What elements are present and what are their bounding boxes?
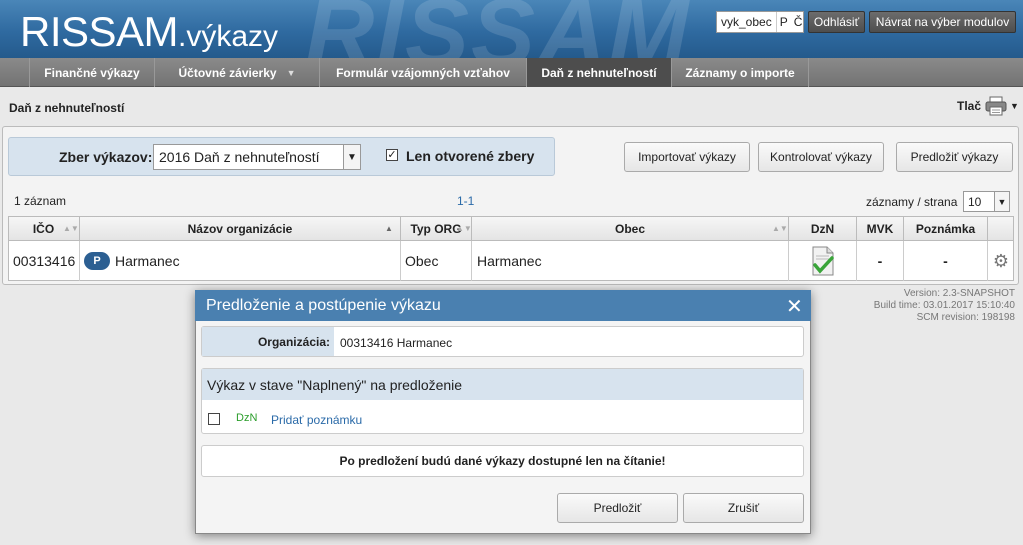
org-name: Harmanec	[115, 253, 180, 269]
scm-revision-line: SCM revision: 198198	[916, 312, 1015, 323]
column-mvk: MVK	[857, 216, 904, 241]
zber-selected-value: 2016 Daň z nehnuteľností	[159, 149, 320, 165]
per-page-value: 10	[968, 194, 982, 209]
back-to-modules-button[interactable]: Návrat na výber modulov	[869, 11, 1016, 33]
document-checked-icon[interactable]	[811, 246, 835, 276]
gear-icon[interactable]: ⚙	[993, 251, 1009, 272]
lang-c-button[interactable]: Č	[791, 15, 806, 29]
dropdown-caret-icon: ▼	[286, 67, 296, 78]
column-obec[interactable]: Obec	[472, 216, 789, 241]
build-time-line: Build time: 03.01.2017 15:10:40	[873, 300, 1015, 311]
submit-reports-button[interactable]: Predložiť výkazy	[896, 142, 1013, 172]
report-code: DzN	[236, 412, 258, 424]
tab-uctovne-zavierky[interactable]: Účtovné závierky ▼	[155, 58, 320, 87]
user-box: vyk_obec P Č	[716, 11, 804, 33]
printer-icon	[985, 96, 1007, 116]
main-nav: Finančné výkazy Účtovné závierky ▼ Formul…	[0, 58, 1023, 87]
report-checkbox[interactable]	[208, 413, 220, 425]
column-dzn: DzN	[789, 216, 857, 241]
app-logo: RISSAM.výkazy	[20, 8, 278, 56]
nav-spacer	[0, 58, 30, 87]
logo-sub: .výkazy	[178, 20, 279, 53]
chevron-down-icon: ▼	[1010, 101, 1019, 111]
cell-actions: ⚙	[988, 241, 1014, 281]
cell-dzn	[789, 241, 857, 281]
zber-select[interactable]: 2016 Daň z nehnuteľností ▼	[153, 144, 361, 170]
cell-obec: Harmanec	[472, 241, 789, 281]
check-icon: ✓	[387, 149, 397, 161]
only-open-checkbox[interactable]: ✓	[386, 149, 398, 161]
version-info: Version: 2.3-SNAPSHOT Build time: 03.01.…	[830, 288, 1015, 324]
close-icon[interactable]: ✕	[786, 294, 803, 319]
only-open-label: Len otvorené zbery	[406, 148, 535, 164]
sort-asc-icon[interactable]: ▲	[385, 224, 393, 233]
version-line: Version: 2.3-SNAPSHOT	[903, 288, 1015, 299]
status-badge: P	[84, 252, 110, 270]
cell-mvk: -	[857, 241, 904, 281]
tab-label: Formulár vzájomných vzťahov	[336, 65, 510, 80]
add-note-link[interactable]: Pridať poznámku	[271, 413, 362, 427]
per-page-label: záznamy / strana	[866, 195, 958, 209]
logout-button[interactable]: Odhlásiť	[808, 11, 865, 33]
dialog-submit-button[interactable]: Predložiť	[557, 493, 678, 523]
dialog-cancel-button[interactable]: Zrušiť	[683, 493, 804, 523]
tab-formular-vztahov[interactable]: Formulár vzájomných vzťahov	[320, 58, 527, 87]
header-background-text: RISSAM	[305, 0, 691, 58]
print-button[interactable]: Tlač ▼	[957, 96, 1019, 116]
page-title: Daň z nehnuteľností	[9, 101, 125, 115]
cell-poznamka: -	[904, 241, 988, 281]
per-page-select[interactable]: 10 ▼	[963, 191, 1010, 212]
cell-typ: Obec	[401, 241, 472, 281]
readonly-warning: Po predložení budú dané výkazy dostupné …	[201, 445, 804, 477]
sort-icon[interactable]: ▲▼	[772, 224, 788, 233]
import-button[interactable]: Importovať výkazy	[624, 142, 750, 172]
print-label: Tlač	[957, 99, 982, 113]
tab-label: Účtovné závierky	[178, 65, 277, 80]
tab-dan-z-nehnutelnosti[interactable]: Daň z nehnuteľností	[527, 58, 672, 87]
pager-link[interactable]: 1-1	[457, 194, 474, 208]
cell-ico: 00313416	[8, 241, 80, 281]
column-poznamka: Poznámka	[904, 216, 988, 241]
column-nazov[interactable]: Názov organizácie	[80, 216, 401, 241]
chevron-down-icon: ▼	[994, 192, 1009, 211]
report-section-title: Výkaz v stave "Naplnený" na predloženie	[202, 369, 803, 400]
sort-icon[interactable]: ▲▼	[456, 224, 472, 233]
organization-label: Organizácia:	[202, 327, 334, 356]
lang-p-button[interactable]: P	[777, 15, 791, 29]
tab-financne-vykazy[interactable]: Finančné výkazy	[30, 58, 155, 87]
tab-label: Záznamy o importe	[685, 65, 795, 80]
record-count: 1 záznam	[14, 194, 67, 208]
sort-icon[interactable]: ▲▼	[63, 224, 79, 233]
organization-value: 00313416 Harmanec	[340, 336, 453, 350]
tab-zaznamy-o-importe[interactable]: Záznamy o importe	[672, 58, 809, 87]
cell-nazov: P Harmanec	[80, 241, 401, 281]
filter-label: Zber výkazov:	[59, 149, 153, 165]
username: vyk_obec	[717, 12, 777, 32]
tab-label: Finančné výkazy	[44, 65, 140, 80]
chevron-down-icon: ▼	[343, 145, 360, 169]
tab-label: Daň z nehnuteľností	[541, 65, 657, 80]
logo-main: RISSAM	[20, 8, 179, 55]
check-button[interactable]: Kontrolovať výkazy	[758, 142, 884, 172]
dialog-title: Predloženie a postúpenie výkazu	[195, 290, 811, 321]
